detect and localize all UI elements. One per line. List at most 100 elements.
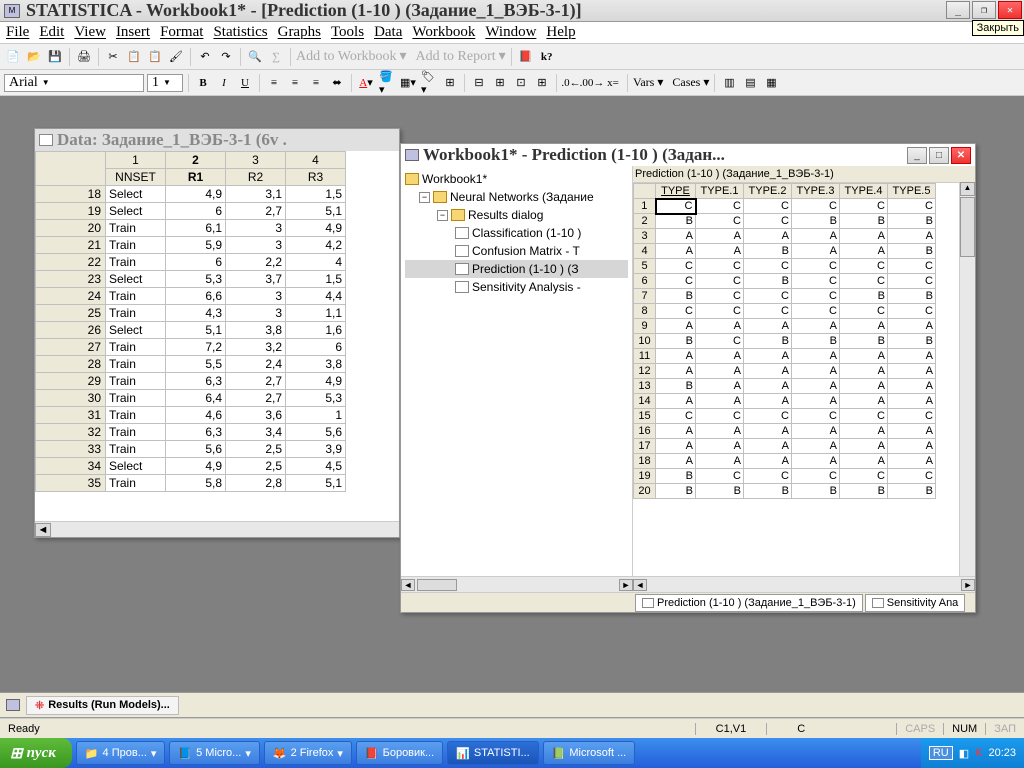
data-hscroll[interactable]: ◄ <box>35 521 399 537</box>
row-header[interactable]: 1 <box>634 199 656 214</box>
cell[interactable]: A <box>792 424 840 439</box>
cell[interactable]: B <box>840 334 888 349</box>
cell[interactable]: C <box>696 259 744 274</box>
cell[interactable]: A <box>656 454 696 469</box>
wb-minimize-button[interactable]: _ <box>907 147 927 164</box>
cell[interactable]: A <box>888 319 936 334</box>
tray-lang[interactable]: RU <box>929 746 953 760</box>
cell[interactable]: A <box>840 454 888 469</box>
cell[interactable]: 4,3 <box>166 305 226 322</box>
undo-icon[interactable]: ↶ <box>196 48 214 66</box>
italic-icon[interactable]: I <box>215 74 233 92</box>
cell[interactable]: A <box>888 424 936 439</box>
row-header[interactable]: 8 <box>634 304 656 319</box>
cut-icon[interactable]: ✂ <box>104 48 122 66</box>
tree-sensitivity[interactable]: Sensitivity Analysis - <box>405 278 628 296</box>
cell[interactable]: Train <box>106 288 166 305</box>
cell[interactable]: 6,3 <box>166 373 226 390</box>
cell[interactable]: 3,9 <box>286 441 346 458</box>
restore-button[interactable]: ❐ <box>972 1 996 19</box>
task-pdf[interactable]: 📕 Боровик... <box>356 741 443 765</box>
cell[interactable]: B <box>888 289 936 304</box>
cell[interactable]: 5,5 <box>166 356 226 373</box>
tray-icon[interactable]: ◧ <box>959 747 969 760</box>
task-excel[interactable]: 📗 Microsoft ... <box>543 741 636 765</box>
tree-results[interactable]: −Results dialog <box>405 206 628 224</box>
cell[interactable]: A <box>696 454 744 469</box>
close-button[interactable]: ✕ <box>998 1 1022 19</box>
cell[interactable]: A <box>656 244 696 259</box>
cell[interactable]: Select <box>106 203 166 220</box>
redo-icon[interactable]: ↷ <box>217 48 235 66</box>
cell[interactable]: C <box>744 199 792 214</box>
cell[interactable]: 3,4 <box>226 424 286 441</box>
task-firefox[interactable]: 🦊 2 Firefox ▾ <box>264 741 352 765</box>
cell[interactable]: B <box>888 244 936 259</box>
row-header[interactable]: 23 <box>36 271 106 288</box>
cell[interactable]: C <box>888 409 936 424</box>
bold-icon[interactable]: B <box>194 74 212 92</box>
tab-prediction[interactable]: Prediction (1-10 ) (Задание_1_ВЭБ-3-1) <box>635 594 863 612</box>
pred-hscroll[interactable]: ◄ ► <box>633 576 975 592</box>
cell[interactable]: 3 <box>226 305 286 322</box>
cell[interactable]: B <box>656 289 696 304</box>
cell[interactable]: 6,6 <box>166 288 226 305</box>
cell[interactable]: 1,5 <box>286 186 346 203</box>
cell[interactable]: C <box>656 409 696 424</box>
cell[interactable]: A <box>656 439 696 454</box>
cell[interactable]: 2,4 <box>226 356 286 373</box>
row-header[interactable]: 9 <box>634 319 656 334</box>
row-header[interactable]: 16 <box>634 424 656 439</box>
cell[interactable]: C <box>696 199 744 214</box>
cell[interactable]: Select <box>106 322 166 339</box>
minimize-button[interactable]: _ <box>946 1 970 19</box>
row-header[interactable]: 33 <box>36 441 106 458</box>
layout2-icon[interactable]: ▤ <box>741 74 759 92</box>
cell[interactable]: A <box>792 439 840 454</box>
cell[interactable]: C <box>744 289 792 304</box>
tree-prediction[interactable]: Prediction (1-10 ) (З <box>405 260 628 278</box>
cell[interactable]: Train <box>106 339 166 356</box>
merge-icon[interactable]: ⬌ <box>328 74 346 92</box>
cell[interactable]: 6,3 <box>166 424 226 441</box>
row-header[interactable]: 32 <box>36 424 106 441</box>
cell[interactable]: A <box>696 439 744 454</box>
cell[interactable]: A <box>744 439 792 454</box>
save-icon[interactable]: 💾 <box>46 48 64 66</box>
cell[interactable]: C <box>792 274 840 289</box>
find-icon[interactable]: 🔍 <box>246 48 264 66</box>
cell[interactable]: A <box>888 379 936 394</box>
cell[interactable]: 3,1 <box>226 186 286 203</box>
cell[interactable]: C <box>696 214 744 229</box>
collapse-icon[interactable]: − <box>437 210 448 221</box>
cell[interactable]: A <box>744 454 792 469</box>
align-center-icon[interactable]: ≡ <box>286 74 304 92</box>
cell[interactable]: 5,8 <box>166 475 226 492</box>
menu-file[interactable]: File <box>6 24 29 41</box>
row-header[interactable]: 4 <box>634 244 656 259</box>
cell[interactable]: C <box>656 304 696 319</box>
cell[interactable]: B <box>840 484 888 499</box>
cell[interactable]: B <box>888 484 936 499</box>
cell[interactable]: C <box>792 259 840 274</box>
underline-icon[interactable]: U <box>236 74 254 92</box>
cell[interactable]: C <box>744 409 792 424</box>
row-header[interactable]: 7 <box>634 289 656 304</box>
cell[interactable]: C <box>888 304 936 319</box>
row-header[interactable]: 17 <box>634 439 656 454</box>
row-header[interactable]: 30 <box>36 390 106 407</box>
row-header[interactable]: 28 <box>36 356 106 373</box>
row-header[interactable]: 20 <box>634 484 656 499</box>
open-icon[interactable]: 📂 <box>25 48 43 66</box>
cell[interactable]: B <box>888 334 936 349</box>
cell[interactable]: A <box>696 229 744 244</box>
cell[interactable]: C <box>744 259 792 274</box>
menu-edit[interactable]: Edit <box>39 24 64 41</box>
cell[interactable]: B <box>656 469 696 484</box>
cell[interactable]: Train <box>106 254 166 271</box>
cell[interactable]: A <box>744 349 792 364</box>
cell[interactable]: B <box>840 214 888 229</box>
cell[interactable]: Train <box>106 305 166 322</box>
cell[interactable]: 3,7 <box>226 271 286 288</box>
cell[interactable]: 2,7 <box>226 390 286 407</box>
